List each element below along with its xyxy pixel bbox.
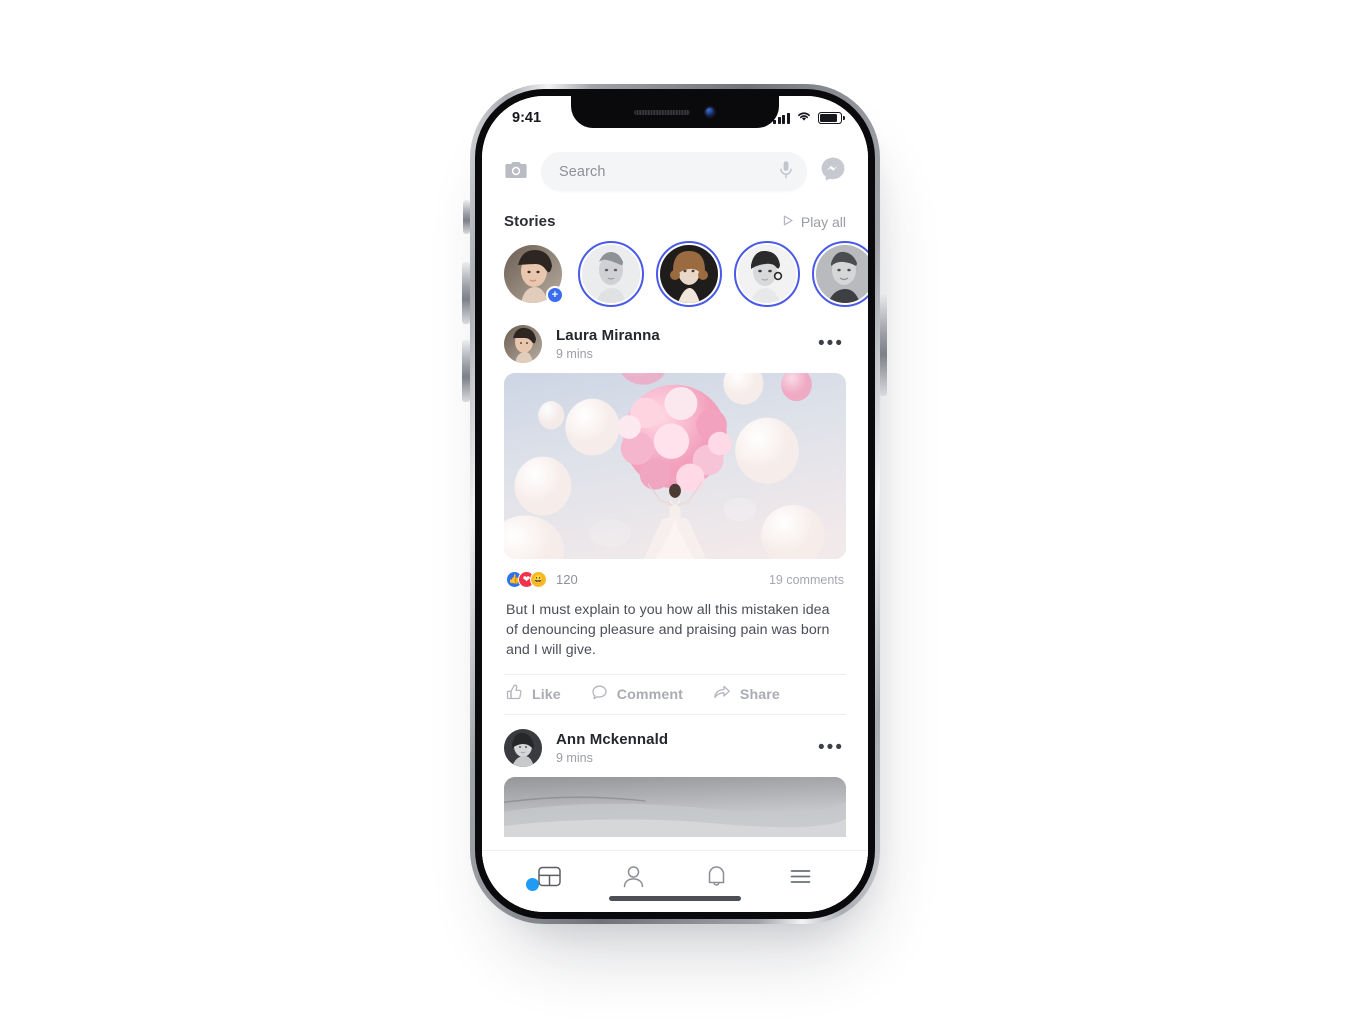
front-camera-icon	[704, 106, 716, 118]
share-label: Share	[739, 686, 780, 703]
person-icon	[623, 866, 643, 888]
phone-screen: 9:41 Search Stories Play all + Laura Mir…	[482, 96, 868, 912]
post-card: Laura Miranna 9 mins ••• 👍 ❤ 😀 120 19 co…	[482, 325, 868, 716]
reactions-row: 👍 ❤ 😀 120 19 comments	[504, 559, 846, 588]
like-button[interactable]: Like	[506, 684, 561, 705]
story-avatar	[816, 245, 868, 303]
story-avatar	[582, 245, 640, 303]
silent-switch[interactable]	[463, 200, 470, 234]
home-indicator[interactable]	[609, 896, 741, 901]
post-image-balloons[interactable]	[504, 373, 846, 559]
play-all-button[interactable]: Play all	[781, 214, 846, 230]
power-button[interactable]	[879, 292, 887, 396]
stories-strip[interactable]: +	[482, 230, 868, 309]
feed-scroll-area[interactable]: Search Stories Play all + Laura Miranna …	[482, 140, 868, 850]
nav-item-feed[interactable]	[525, 857, 573, 897]
post-action-bar: Like Comment Share	[504, 674, 846, 716]
story-avatar	[660, 245, 718, 303]
comment-count[interactable]: 19 comments	[769, 573, 844, 587]
like-label: Like	[532, 686, 561, 703]
camera-icon[interactable]	[504, 159, 528, 185]
post-header: Laura Miranna 9 mins •••	[504, 325, 846, 373]
story-avatar	[738, 245, 796, 303]
post-timestamp: 9 mins	[556, 751, 593, 766]
nav-badge-dot	[525, 877, 539, 891]
wifi-icon	[796, 110, 812, 126]
status-time: 9:41	[512, 110, 542, 126]
bell-icon	[709, 866, 725, 886]
volume-down-button[interactable]	[462, 340, 470, 402]
thumbs-up-icon	[506, 684, 523, 705]
post-card: Ann Mckennald 9 mins •••	[482, 729, 868, 838]
post-author: Laura Miranna	[556, 327, 660, 344]
search-bar-row: Search	[482, 140, 868, 197]
nav-item-menu[interactable]	[777, 857, 823, 897]
story-item-5[interactable]	[812, 241, 868, 307]
nav-item-notifications[interactable]	[694, 857, 740, 897]
feed-layout-icon	[538, 866, 561, 887]
story-item-your-story[interactable]: +	[504, 245, 564, 304]
screenshot-canvas: 9:41 Search Stories Play all + Laura Mir…	[0, 0, 1359, 1019]
phone-body: 9:41 Search Stories Play all + Laura Mir…	[475, 89, 875, 919]
battery-icon	[818, 112, 845, 124]
bottom-navigation	[482, 850, 868, 912]
hamburger-menu-icon	[790, 870, 811, 883]
smiley-reaction-icon: 😀	[530, 571, 547, 588]
search-input[interactable]: Search	[541, 152, 807, 191]
speaker-grille-icon	[634, 109, 690, 115]
search-placeholder: Search	[559, 163, 606, 180]
post-meta: Ann Mckennald 9 mins	[556, 731, 802, 765]
avatar[interactable]	[504, 325, 542, 363]
story-item-3[interactable]	[656, 241, 722, 307]
ellipsis-icon[interactable]: •••	[816, 737, 846, 759]
post-image-landscape[interactable]	[504, 777, 846, 838]
comment-label: Comment	[616, 686, 683, 703]
post-header: Ann Mckennald 9 mins •••	[504, 729, 846, 777]
stories-header: Stories Play all	[482, 197, 868, 230]
ellipsis-icon[interactable]: •••	[816, 333, 846, 355]
reaction-pills[interactable]: 👍 ❤ 😀	[506, 571, 547, 588]
add-story-badge[interactable]: +	[546, 286, 564, 304]
nav-item-profile[interactable]	[610, 857, 656, 897]
play-triangle-icon	[781, 214, 794, 230]
play-all-label: Play all	[800, 213, 846, 230]
phone-frame: 9:41 Search Stories Play all + Laura Mir…	[470, 84, 880, 924]
comment-bubble-icon	[591, 684, 608, 705]
post-timestamp: 9 mins	[556, 347, 593, 361]
story-item-2[interactable]	[578, 241, 644, 307]
stories-title: Stories	[504, 213, 556, 230]
volume-up-button[interactable]	[462, 262, 470, 324]
notch	[571, 96, 779, 128]
reaction-count: 120	[556, 572, 578, 587]
messenger-icon[interactable]	[820, 156, 846, 187]
post-author: Ann Mckennald	[556, 731, 669, 749]
avatar[interactable]	[504, 729, 542, 768]
post-meta: Laura Miranna 9 mins	[556, 327, 802, 361]
share-arrow-icon	[713, 684, 731, 705]
story-item-4[interactable]	[734, 241, 800, 307]
post-text: But I must explain to you how all this m…	[506, 602, 830, 659]
facebook-app: Search Stories Play all + Laura Miranna …	[482, 96, 868, 912]
share-button[interactable]: Share	[713, 684, 780, 705]
microphone-icon[interactable]	[779, 160, 793, 184]
comment-button[interactable]: Comment	[591, 684, 683, 705]
